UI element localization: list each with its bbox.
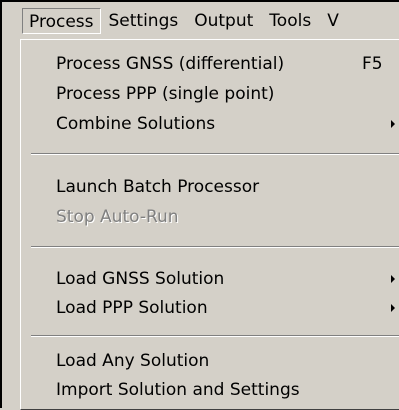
menu-item-label: Process PPP (single point) [56, 84, 275, 104]
menu-process[interactable]: Process [22, 8, 101, 34]
menu-item-process-gnss[interactable]: Process GNSS (differential) F5 [21, 49, 399, 79]
menu-output[interactable]: Output [186, 8, 261, 34]
menu-item-label: Process GNSS (differential) [56, 54, 285, 74]
menu-item-import-solution-and-settings[interactable]: Import Solution and Settings [21, 375, 399, 405]
application-window: Process Settings Output Tools V Process … [0, 0, 399, 410]
menu-item-load-gnss-solution[interactable]: Load GNSS Solution [21, 264, 399, 294]
menu-item-label: Combine Solutions [56, 114, 216, 134]
menu-separator [31, 246, 399, 248]
menu-tools[interactable]: Tools [261, 8, 319, 34]
menu-item-label: Load GNSS Solution [56, 269, 225, 289]
menu-bar: Process Settings Output Tools V [4, 4, 399, 38]
submenu-arrow-icon [391, 304, 395, 312]
menu-item-label: Stop Auto-Run [56, 207, 179, 227]
menu-separator [31, 335, 399, 337]
menu-item-load-ppp-solution[interactable]: Load PPP Solution [21, 293, 399, 323]
menu-view[interactable]: V [319, 8, 347, 34]
menu-item-label: Launch Batch Processor [56, 177, 260, 197]
menu-item-label: Load PPP Solution [56, 298, 208, 318]
menu-item-launch-batch-processor[interactable]: Launch Batch Processor [21, 172, 399, 202]
menu-item-stop-auto-run: Stop Auto-Run [21, 202, 399, 232]
menu-item-combine-solutions[interactable]: Combine Solutions [21, 109, 399, 139]
submenu-arrow-icon [391, 120, 395, 128]
submenu-arrow-icon [391, 275, 395, 283]
process-dropdown-menu: Process GNSS (differential) F5 Process P… [20, 39, 399, 410]
menu-settings[interactable]: Settings [101, 8, 187, 34]
menu-item-process-ppp[interactable]: Process PPP (single point) [21, 79, 399, 109]
shortcut-label: F5 [362, 54, 383, 74]
menu-item-label: Import Solution and Settings [56, 380, 300, 400]
menu-separator [31, 153, 399, 155]
menu-item-load-any-solution[interactable]: Load Any Solution [21, 346, 399, 376]
menu-item-label: Load Any Solution [56, 351, 210, 371]
